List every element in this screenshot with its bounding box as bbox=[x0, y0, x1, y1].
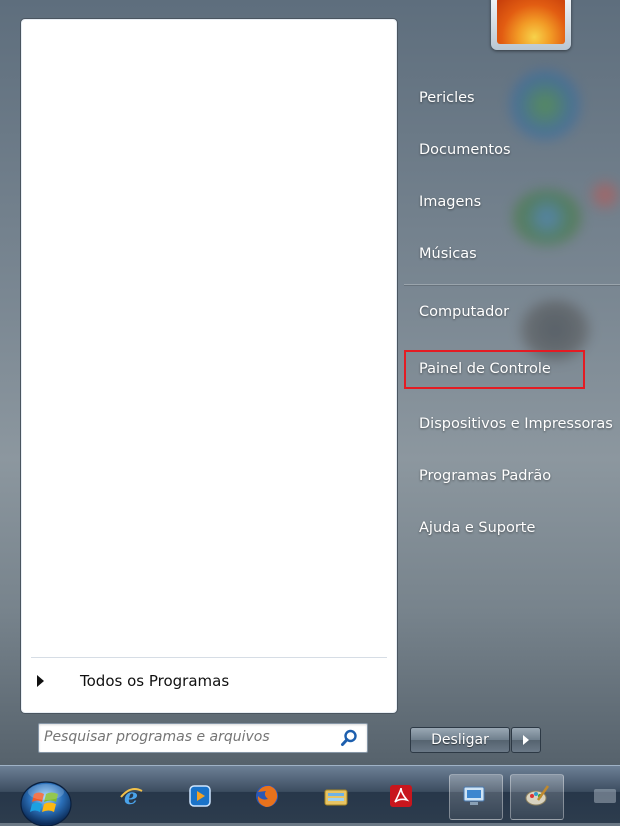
user-picture[interactable] bbox=[491, 0, 571, 50]
menu-item-programas-padrao[interactable]: Programas Padrão bbox=[403, 458, 551, 494]
menu-item-label: Ajuda e Suporte bbox=[419, 520, 536, 536]
menu-item-label: Dispositivos e Impressoras bbox=[419, 416, 613, 432]
internet-explorer-icon[interactable]: e bbox=[118, 783, 144, 809]
taskbar: e bbox=[0, 765, 620, 823]
menu-item-dispositivos[interactable]: Dispositivos e Impressoras bbox=[403, 406, 613, 442]
windows-start-orb-icon[interactable] bbox=[18, 778, 74, 826]
shutdown-label: Desligar bbox=[431, 732, 489, 748]
shutdown-button[interactable]: Desligar bbox=[410, 727, 510, 753]
separator bbox=[31, 657, 387, 658]
svg-text:e: e bbox=[124, 784, 138, 809]
network-computer-icon[interactable] bbox=[461, 783, 487, 809]
menu-item-label: Músicas bbox=[419, 246, 477, 262]
all-programs-label: Todos os Programas bbox=[80, 672, 230, 690]
menu-item-label: Documentos bbox=[419, 142, 511, 158]
menu-item-label: Painel de Controle bbox=[419, 361, 551, 377]
menu-item-documentos[interactable]: Documentos bbox=[403, 132, 511, 168]
menu-item-label: Computador bbox=[419, 304, 510, 320]
separator bbox=[404, 284, 620, 285]
search-input[interactable] bbox=[44, 727, 324, 747]
menu-item-imagens[interactable]: Imagens bbox=[403, 184, 481, 220]
menu-item-label: Programas Padrão bbox=[419, 468, 552, 484]
menu-item-pericles[interactable]: Pericles bbox=[403, 80, 475, 116]
start-menu: Todos os Programas Pericles Documentos I… bbox=[0, 0, 620, 765]
windows-explorer-icon[interactable] bbox=[323, 783, 349, 809]
all-programs-button[interactable]: Todos os Programas bbox=[37, 667, 367, 695]
shutdown-options-button[interactable] bbox=[511, 727, 541, 753]
menu-item-computador[interactable]: Computador bbox=[403, 294, 509, 330]
blur-decoration bbox=[510, 70, 580, 140]
menu-item-musicas[interactable]: Músicas bbox=[403, 236, 477, 272]
menu-item-label: Pericles bbox=[419, 90, 475, 106]
left-pane: Todos os Programas bbox=[20, 18, 398, 714]
triangle-right-icon bbox=[523, 735, 529, 745]
flower-icon bbox=[497, 0, 565, 44]
menu-item-painel-de-controle[interactable]: Painel de Controle bbox=[403, 351, 551, 387]
paint-icon[interactable] bbox=[524, 783, 550, 809]
firefox-icon[interactable] bbox=[254, 783, 280, 809]
menu-item-ajuda-e-suporte[interactable]: Ajuda e Suporte bbox=[403, 510, 535, 546]
blur-decoration bbox=[590, 180, 620, 210]
search-icon[interactable] bbox=[340, 729, 358, 747]
blur-decoration bbox=[512, 190, 582, 245]
triangle-right-icon bbox=[37, 675, 44, 687]
adobe-reader-icon[interactable] bbox=[388, 783, 414, 809]
app-icon[interactable] bbox=[590, 783, 620, 809]
windows-media-player-icon[interactable] bbox=[187, 783, 213, 809]
menu-item-label: Imagens bbox=[419, 194, 482, 210]
search-box[interactable] bbox=[38, 723, 368, 753]
